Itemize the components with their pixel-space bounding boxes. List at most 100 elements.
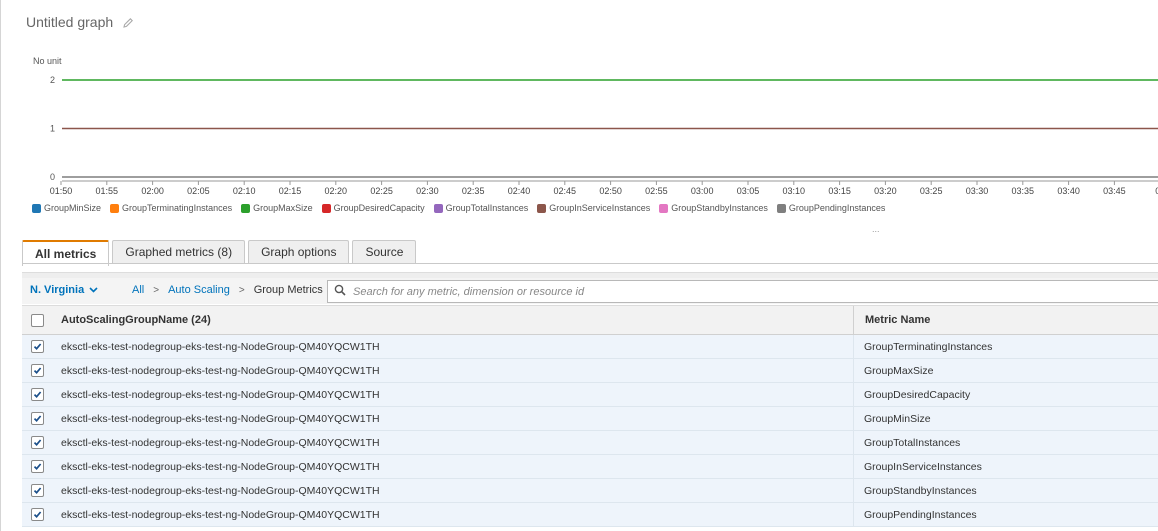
legend-item[interactable]: GroupTotalInstances xyxy=(433,203,529,213)
x-tick-label: 03:35 xyxy=(1012,186,1035,196)
x-tick-label: 03:40 xyxy=(1057,186,1080,196)
table-row[interactable]: eksctl-eks-test-nodegroup-eks-test-ng-No… xyxy=(22,503,1158,527)
row-checkbox[interactable] xyxy=(31,508,44,521)
table-row[interactable]: eksctl-eks-test-nodegroup-eks-test-ng-No… xyxy=(22,455,1158,479)
x-tick-label: 02:35 xyxy=(462,186,485,196)
breadcrumb-all[interactable]: All xyxy=(132,284,144,296)
legend-label: GroupInServiceInstances xyxy=(549,203,651,213)
tabs-divider xyxy=(22,263,1158,264)
legend-label: GroupMaxSize xyxy=(253,203,313,213)
breadcrumb-current: Group Metrics xyxy=(253,284,323,296)
x-tick-label: 02:00 xyxy=(141,186,164,196)
legend-swatch xyxy=(32,203,41,213)
y-unit-label: No unit xyxy=(33,56,62,66)
cell-group-name: eksctl-eks-test-nodegroup-eks-test-ng-No… xyxy=(61,413,380,425)
row-checkbox[interactable] xyxy=(31,340,44,353)
column-divider xyxy=(853,383,854,406)
table-row[interactable]: eksctl-eks-test-nodegroup-eks-test-ng-No… xyxy=(22,431,1158,455)
legend-item[interactable]: GroupInServiceInstances xyxy=(537,203,650,213)
table-row[interactable]: eksctl-eks-test-nodegroup-eks-test-ng-No… xyxy=(22,407,1158,431)
column-divider xyxy=(853,359,854,382)
legend-swatch xyxy=(776,203,786,213)
cell-group-name: eksctl-eks-test-nodegroup-eks-test-ng-No… xyxy=(61,341,380,353)
x-tick-label: 03:15 xyxy=(828,186,851,196)
row-checkbox[interactable] xyxy=(31,460,44,473)
tab-graphed-metrics-8[interactable]: Graphed metrics (8) xyxy=(112,240,246,263)
cell-group-name: eksctl-eks-test-nodegroup-eks-test-ng-No… xyxy=(61,485,380,497)
cell-metric-name: GroupPendingInstances xyxy=(864,509,977,521)
table-header: AutoScalingGroupName (24) Metric Name xyxy=(22,305,1158,335)
metric-search-box[interactable] xyxy=(327,280,1158,303)
column-divider xyxy=(853,503,854,526)
table-body: eksctl-eks-test-nodegroup-eks-test-ng-No… xyxy=(22,335,1158,527)
filter-bar: N. Virginia All > Auto Scaling > Group M… xyxy=(22,278,1158,304)
tab-source[interactable]: Source xyxy=(352,240,417,263)
legend-label: GroupTerminatingInstances xyxy=(122,203,233,213)
legend-swatch xyxy=(321,203,331,213)
x-tick-label: 02:25 xyxy=(370,186,393,196)
column-divider xyxy=(853,407,854,430)
row-checkbox[interactable] xyxy=(31,484,44,497)
select-all-checkbox[interactable] xyxy=(31,314,44,327)
legend-item[interactable]: GroupDesiredCapacity xyxy=(321,203,425,213)
table-row[interactable]: eksctl-eks-test-nodegroup-eks-test-ng-No… xyxy=(22,359,1158,383)
column-header-metric[interactable]: Metric Name xyxy=(865,314,930,326)
x-tick-label: 02:45 xyxy=(554,186,577,196)
column-header-group[interactable]: AutoScalingGroupName (24) xyxy=(61,314,211,326)
legend-swatch xyxy=(659,203,669,213)
legend-item[interactable]: GroupTerminatingInstances xyxy=(110,203,232,213)
x-tick-label: 03:20 xyxy=(874,186,897,196)
table-row[interactable]: eksctl-eks-test-nodegroup-eks-test-ng-No… xyxy=(22,383,1158,407)
column-divider xyxy=(853,335,854,358)
cell-metric-name: GroupTerminatingInstances xyxy=(864,341,993,353)
x-tick-label: 02:20 xyxy=(325,186,348,196)
legend-label: GroupMinSize xyxy=(44,203,102,213)
region-label: N. Virginia xyxy=(30,284,85,296)
x-tick-label: 03:25 xyxy=(920,186,943,196)
legend-item[interactable]: GroupPendingInstances xyxy=(776,203,885,213)
legend-more-indicator: ... xyxy=(872,224,880,234)
chart-legend: GroupMinSize GroupTerminatingInstances Gro… xyxy=(32,203,894,213)
cell-metric-name: GroupStandbyInstances xyxy=(864,485,977,497)
tab-graph-options[interactable]: Graph options xyxy=(248,240,350,263)
cell-group-name: eksctl-eks-test-nodegroup-eks-test-ng-No… xyxy=(61,389,380,401)
row-checkbox[interactable] xyxy=(31,388,44,401)
table-row[interactable]: eksctl-eks-test-nodegroup-eks-test-ng-No… xyxy=(22,479,1158,503)
x-tick-label: 03:45 xyxy=(1103,186,1126,196)
legend-swatch xyxy=(110,203,120,213)
row-checkbox[interactable] xyxy=(31,364,44,377)
cell-metric-name: GroupMaxSize xyxy=(864,365,934,377)
table-row[interactable]: eksctl-eks-test-nodegroup-eks-test-ng-No… xyxy=(22,335,1158,359)
x-tick-label: 02:15 xyxy=(279,186,302,196)
x-tick-label: 02:40 xyxy=(508,186,531,196)
legend-swatch xyxy=(537,203,547,213)
cell-group-name: eksctl-eks-test-nodegroup-eks-test-ng-No… xyxy=(61,509,380,521)
search-icon xyxy=(334,283,346,301)
column-divider xyxy=(853,479,854,502)
legend-swatch xyxy=(241,203,251,213)
cell-metric-name: GroupDesiredCapacity xyxy=(864,389,971,401)
cell-metric-name: GroupTotalInstances xyxy=(864,437,961,449)
pencil-icon[interactable] xyxy=(122,16,134,28)
cell-metric-name: GroupInServiceInstances xyxy=(864,461,982,473)
legend-item[interactable]: GroupMinSize xyxy=(32,203,101,213)
legend-item[interactable]: GroupMaxSize xyxy=(241,203,313,213)
chevron-down-icon xyxy=(89,284,98,296)
row-checkbox[interactable] xyxy=(31,412,44,425)
breadcrumb-namespace[interactable]: Auto Scaling xyxy=(168,284,230,296)
breadcrumb: All > Auto Scaling > Group Metrics xyxy=(132,284,323,296)
x-tick-label: 01:55 xyxy=(96,186,119,196)
region-selector[interactable]: N. Virginia xyxy=(30,284,98,296)
x-tick-label: 02:30 xyxy=(416,186,439,196)
x-tick-label: 02:10 xyxy=(233,186,256,196)
metric-search-input[interactable] xyxy=(351,284,1135,299)
legend-item[interactable]: GroupStandbyInstances xyxy=(659,203,768,213)
row-checkbox[interactable] xyxy=(31,436,44,449)
y-tick-label: 2 xyxy=(50,75,55,85)
legend-label: GroupTotalInstances xyxy=(445,203,529,213)
y-tick-label: 0 xyxy=(50,172,55,182)
graph-title[interactable]: Untitled graph xyxy=(26,14,113,30)
cell-group-name: eksctl-eks-test-nodegroup-eks-test-ng-No… xyxy=(61,437,380,449)
column-divider xyxy=(853,455,854,478)
y-tick-label: 1 xyxy=(50,124,55,134)
